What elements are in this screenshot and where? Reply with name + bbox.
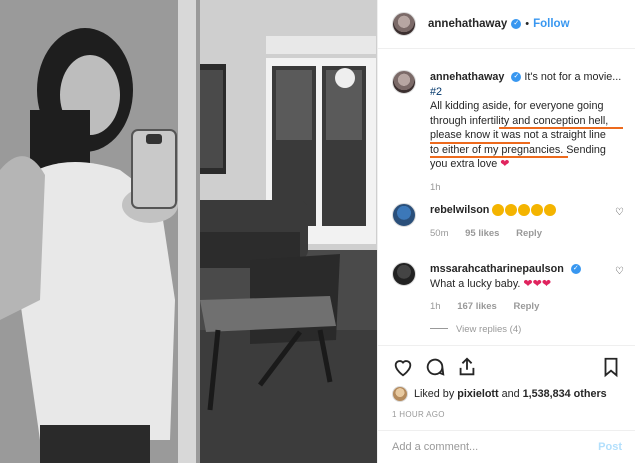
comment-text: What a lucky baby. xyxy=(430,277,521,290)
laughing-emoji-icon xyxy=(492,204,505,217)
caption: annehathaway ✓ It's not for a movie... #… xyxy=(392,70,628,195)
caption-line-6: to either of my pregnancies. Sending xyxy=(430,143,606,156)
like-comment-heart-icon[interactable]: ♡ xyxy=(615,266,624,277)
hashtag-link[interactable]: #2 xyxy=(430,86,442,98)
post-actions: Liked by pixielott and 1,538,834 others … xyxy=(378,345,635,435)
caption-username[interactable]: annehathaway xyxy=(430,71,504,83)
and-label: and xyxy=(501,388,520,400)
caption-line-4: through infertility and conception hell, xyxy=(430,114,609,127)
comment-likes[interactable]: 167 likes xyxy=(457,301,497,312)
add-comment-bar: Add a comment... Post xyxy=(378,430,635,463)
comment-time[interactable]: 50m xyxy=(430,228,448,239)
follow-button[interactable]: Follow xyxy=(533,18,569,30)
highlight-underline xyxy=(430,156,568,158)
share-icon[interactable] xyxy=(456,356,478,378)
caption-line-3: All kidding aside, for everyone going xyxy=(430,100,604,112)
liker-avatar[interactable] xyxy=(392,386,408,402)
like-comment-heart-icon[interactable]: ♡ xyxy=(615,207,624,218)
red-heart-icon: ❤ xyxy=(500,158,510,170)
caption-line-5: please know it was not a straight line xyxy=(430,129,606,141)
comment-time[interactable]: 1h xyxy=(430,301,441,312)
caption-avatar[interactable] xyxy=(392,70,416,94)
laughing-emoji-icon xyxy=(518,204,531,217)
separator-dot: • xyxy=(525,18,530,30)
highlight-underline xyxy=(430,142,530,144)
post-image xyxy=(0,0,377,463)
commenter-username[interactable]: rebelwilson xyxy=(430,204,489,216)
caption-line-7: you extra love xyxy=(430,158,498,170)
laughing-emoji-icon xyxy=(505,204,518,217)
comment-input[interactable]: Add a comment... xyxy=(392,441,478,453)
author-avatar[interactable] xyxy=(392,12,416,36)
liked-by-label: Liked by xyxy=(414,388,455,400)
commenter-username[interactable]: mssarahcatharinepaulson xyxy=(430,263,564,275)
reply-button[interactable]: Reply xyxy=(513,301,539,312)
emoji-row xyxy=(492,204,557,217)
caption-line-1: It's not for a movie... xyxy=(524,71,622,83)
liker-username[interactable]: pixielott xyxy=(457,388,498,400)
laughing-emoji-icon xyxy=(531,204,544,217)
post-photo[interactable] xyxy=(0,0,377,463)
author-username[interactable]: annehathaway xyxy=(428,18,507,30)
verified-icon: ✓ xyxy=(511,19,522,29)
commenter-avatar[interactable] xyxy=(392,262,416,286)
divider-line xyxy=(430,328,448,330)
post-side-panel: annehathaway ✓ • Follow annehathaway ✓ I… xyxy=(377,0,635,463)
comments-list[interactable]: annehathaway ✓ It's not for a movie... #… xyxy=(378,49,635,345)
laughing-emoji-icon xyxy=(544,204,557,217)
verified-icon: ✓ xyxy=(511,72,522,83)
bookmark-icon[interactable] xyxy=(600,356,622,378)
reply-button[interactable]: Reply xyxy=(516,228,542,239)
red-heart-icon: ❤❤❤ xyxy=(523,277,552,290)
likes-count[interactable]: 1,538,834 others xyxy=(523,388,607,400)
action-icons xyxy=(392,354,622,382)
posted-time[interactable]: 1 HOUR AGO xyxy=(392,410,622,419)
comment-likes[interactable]: 95 likes xyxy=(465,228,499,239)
like-heart-icon[interactable] xyxy=(392,356,414,378)
view-replies-label: View replies (4) xyxy=(456,323,522,335)
comment: mssarahcatharinepaulson ✓ What a lucky b… xyxy=(392,262,628,337)
caption-text: annehathaway ✓ It's not for a movie... #… xyxy=(430,70,628,195)
verified-icon: ✓ xyxy=(570,264,581,275)
caption-time[interactable]: 1h xyxy=(430,182,441,193)
view-replies-button[interactable]: View replies (4) xyxy=(430,323,628,338)
highlight-underline xyxy=(499,127,623,129)
post-header: annehathaway ✓ • Follow xyxy=(378,0,635,49)
likes-line: Liked by pixielott and 1,538,834 others xyxy=(392,386,622,402)
comment-bubble-icon[interactable] xyxy=(424,356,446,378)
post-button[interactable]: Post xyxy=(598,441,622,453)
comment: rebelwilson 50m 95 likes Reply ♡ xyxy=(392,203,628,241)
commenter-avatar[interactable] xyxy=(392,203,416,227)
